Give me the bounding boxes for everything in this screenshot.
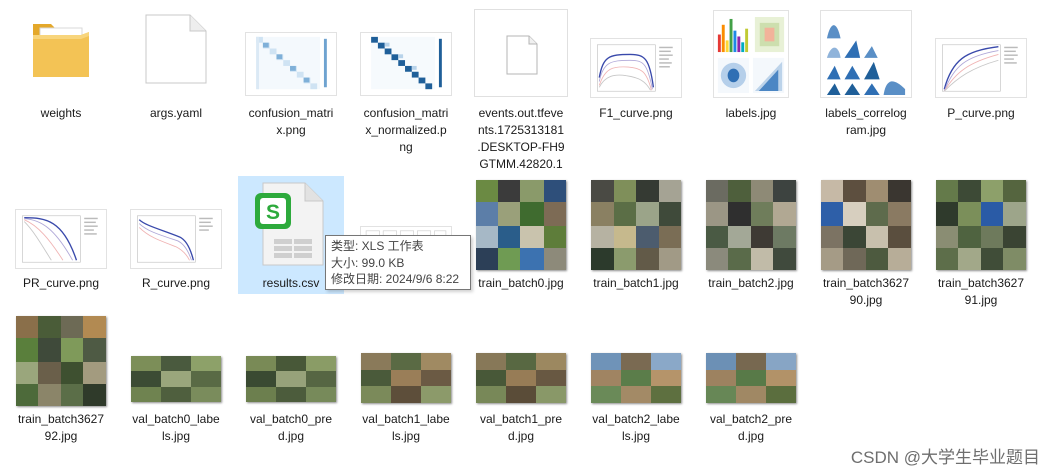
csdn-watermark: CSDN @大学生毕业题目 [850,448,1040,467]
image-grid-thumbnail [476,353,566,403]
tooltip-size: 大小: 99.0 KB [331,255,405,270]
image-grid-thumbnail [821,180,911,270]
curve-plot-thumbnail [15,209,107,269]
image-grid-thumbnail [361,353,451,403]
image-grid-thumbnail [16,316,106,406]
file-train-batch362790[interactable]: train_batch3627 90.jpg [811,176,921,307]
file-train-batch1[interactable]: train_batch1.jpg [581,176,691,296]
file-label: val_batch1_labe ls.jpg [362,412,450,443]
svg-text:S: S [266,201,280,224]
file-label: train_batch0.jpg [478,276,564,290]
file-label: train_batch3627 90.jpg [822,276,910,307]
file-val-batch2-pred[interactable]: val_batch2_pre d.jpg [696,312,806,443]
file-label: R_curve.png [141,276,211,290]
file-label: train_batch1.jpg [593,276,679,290]
file-label: labels_correlog ram.jpg [825,106,907,137]
file-label: val_batch1_pre d.jpg [479,412,563,443]
file-confusion-matrix[interactable]: confusion_matri x.png [236,6,346,156]
file-label: confusion_matri x.png [248,106,334,137]
file-val-batch1-labels[interactable]: val_batch1_labe ls.jpg [351,312,461,443]
file-train-batch2[interactable]: train_batch2.jpg [696,176,806,296]
curve-plot-thumbnail [130,209,222,269]
file-label: args.yaml [149,106,202,120]
image-grid-thumbnail [591,353,681,403]
file-train-batch362791[interactable]: train_batch3627 91.jpg [926,176,1036,307]
image-grid-thumbnail [936,180,1026,270]
file-label: F1_curve.png [599,106,673,120]
tooltip-type: 类型: XLS 工作表 [331,239,424,253]
image-grid-thumbnail [706,180,796,270]
file-pr-curve[interactable]: PR_curve.png [6,176,116,296]
file-label: val_batch2_labe ls.jpg [592,412,680,443]
file-labels-correlogram[interactable]: labels_correlog ram.jpg [811,6,921,156]
file-events-tfevents[interactable]: events.out.tfeve nts.1725313181 .DESKTOP-… [466,6,576,176]
image-grid-thumbnail [591,180,681,270]
file-val-batch2-labels[interactable]: val_batch2_labe ls.jpg [581,312,691,443]
file-label: train_batch2.jpg [708,276,794,290]
file-label: confusion_matri x_normalized.p ng [363,106,449,154]
file-label: labels.jpg [725,106,777,120]
image-grid-thumbnail [246,356,336,402]
file-label: val_batch2_pre d.jpg [709,412,793,443]
file-label: P_curve.png [947,106,1015,120]
file-label: val_batch0_pre d.jpg [249,412,333,443]
file-label: weights [40,106,82,120]
file-p-curve[interactable]: P_curve.png [926,6,1036,156]
file-label: PR_curve.png [22,276,100,290]
image-grid-thumbnail [131,356,221,402]
tooltip-modified-date: 修改日期: 2024/9/6 8:22 [331,272,460,286]
file-train-batch0[interactable]: train_batch0.jpg [466,176,576,296]
file-labels-jpg[interactable]: labels.jpg [696,6,806,156]
file-weights[interactable]: weights [6,6,116,156]
file-label: val_batch0_labe ls.jpg [132,412,220,443]
file-confusion-matrix-normalized[interactable]: confusion_matri x_normalized.p ng [351,6,461,156]
file-r-curve[interactable]: R_curve.png [121,176,231,296]
file-preview-frame [474,9,568,97]
file-train-batch362792[interactable]: train_batch3627 92.jpg [6,312,116,443]
file-label: train_batch3627 92.jpg [17,412,105,443]
image-grid-thumbnail [476,180,566,270]
file-label: train_batch3627 91.jpg [937,276,1025,307]
file-label: events.out.tfeve nts.1725313181 .DESKTOP-… [477,106,565,171]
file-val-batch0-labels[interactable]: val_batch0_labe ls.jpg [121,312,231,443]
curve-plot-thumbnail [935,38,1027,98]
folder-icon [33,24,89,77]
blank-file-icon [145,14,207,84]
curve-plot-thumbnail [590,38,682,98]
confusion-matrix-thumbnail [360,32,452,96]
file-args-yaml[interactable]: args.yaml [121,6,231,156]
blank-file-icon [506,35,538,75]
confusion-matrix-thumbnail [245,32,337,96]
correlogram-thumbnail [820,10,912,98]
file-info-tooltip: 类型: XLS 工作表 大小: 99.0 KB 修改日期: 2024/9/6 8… [325,235,471,290]
labels-plot-thumbnail [713,10,789,98]
image-grid-thumbnail [706,353,796,403]
file-val-batch1-pred[interactable]: val_batch1_pre d.jpg [466,312,576,443]
file-val-batch0-pred[interactable]: val_batch0_pre d.jpg [236,312,346,443]
wps-spreadsheet-icon: S [255,182,324,266]
file-f1-curve[interactable]: F1_curve.png [581,6,691,156]
